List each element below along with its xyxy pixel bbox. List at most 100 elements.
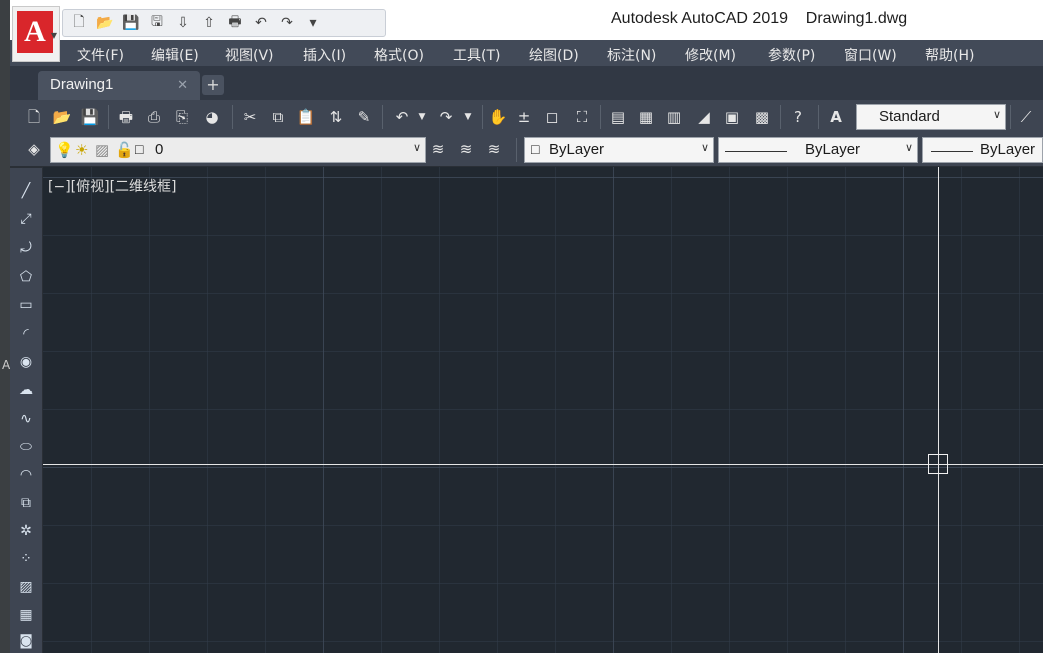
hatch-icon[interactable]: ▨ [14,576,38,598]
window-title: Autodesk AutoCAD 2019 Drawing1.dwg [611,10,907,28]
circle-icon[interactable]: ◉ [14,351,38,373]
text-style-dropdown[interactable]: Standard ∨ [856,104,1006,130]
sheet-set-icon[interactable]: ◢ [694,107,714,127]
ellipse-arc-icon[interactable]: ◠ [14,464,38,486]
color-dropdown[interactable]: □ ByLayer ∨ [524,137,714,163]
paste-icon[interactable]: 📋 [296,107,316,127]
save-as-icon[interactable]: 🖫 [147,14,167,32]
application-menu-button[interactable]: A ▼ [12,6,60,62]
menu-item-10[interactable]: 窗口(W) [844,45,897,65]
cut-icon[interactable]: ✂ [240,107,260,127]
markup-icon[interactable]: ▣ [722,107,742,127]
polygon-icon[interactable]: ⬠ [14,266,38,288]
redo-icon[interactable]: ↷ [436,107,456,127]
arc-icon[interactable]: ◜ [14,323,38,345]
quick-access-toolbar: 🗋 📂 💾 🖫 ⇩ ⇧ 🖶 ↶ ↷ ▾ [62,9,386,37]
open-icon[interactable]: 📂 [95,14,115,32]
zoom-window-icon[interactable]: ◻ [542,107,562,127]
redo-icon[interactable]: ↷ [277,14,297,32]
tab-drawing1[interactable]: Drawing1 ✕ [38,71,200,100]
zoom-previous-icon[interactable]: ⛶ [572,107,592,127]
match-properties-icon[interactable]: ⇅ [326,107,346,127]
menu-item-3[interactable]: 插入(I) [303,45,346,65]
toolbar-separator [780,105,781,129]
menu-item-9[interactable]: 参数(P) [768,45,815,65]
3d-dwf-icon[interactable]: ◕ [202,107,222,127]
desktop-edge: A [0,0,10,653]
pan-icon[interactable]: ✋ [488,107,508,127]
plot-icon[interactable]: 🖶 [225,14,245,32]
insert-block-icon[interactable]: ⧉ [14,492,38,514]
polyline-icon[interactable]: ⤾ [14,237,38,259]
crosshair-pickbox [928,454,948,474]
title-bar: A ▼ 🗋 📂 💾 🖫 ⇩ ⇧ 🖶 ↶ ↷ ▾ Autodesk AutoCAD 2019 Dra… [10,0,1043,62]
save-icon[interactable]: 💾 [80,107,100,127]
text-style-icon[interactable]: A [826,107,846,127]
drawing-area[interactable]: [−][俯视][二维线框] [43,167,1043,653]
standard-toolbar: 🗋 📂 💾 🖶 ⎙ ⎘ ◕ ✂ ⧉ 📋 ⇅ ✎ ↶ ▼ ↷ ▼ ✋ ± ◻ ⛶ … [10,100,1043,134]
chevron-down-icon[interactable]: ▼ [412,107,432,127]
new-tab-button[interactable]: + [202,75,224,95]
crosshair-horizontal [43,464,1043,465]
menu-item-5[interactable]: 工具(T) [453,45,500,65]
zoom-realtime-icon[interactable]: ± [514,107,534,127]
menu-item-11[interactable]: 帮助(H) [925,45,974,65]
region-icon[interactable]: ◙ [14,630,38,652]
menu-item-7[interactable]: 标注(N) [607,45,656,65]
close-icon[interactable]: ✕ [177,78,188,93]
layer-dropdown[interactable]: 💡 ☀ ▨ 🔓 □ 0 ∨ [50,137,426,163]
menu-item-1[interactable]: 编辑(E) [151,45,199,65]
copy-icon[interactable]: ⧉ [268,107,288,127]
design-center-icon[interactable]: ▦ [636,107,656,127]
construction-line-icon[interactable]: ⤢ [14,208,38,230]
revision-cloud-icon[interactable]: ☁ [14,379,38,401]
point-icon[interactable]: ⁘ [14,548,38,570]
publish-icon[interactable]: ⎘ [172,107,192,127]
open-from-web-icon[interactable]: ⇩ [173,14,193,32]
spline-icon[interactable]: ∿ [14,408,38,430]
toolbar-separator [382,105,383,129]
make-current-icon[interactable]: ≋ [428,139,448,159]
block-editor-icon[interactable]: ✎ [354,107,374,127]
line-icon[interactable]: ╱ [14,180,38,202]
plot-icon[interactable]: 🖶 [116,107,136,127]
chevron-down-icon: ∨ [412,142,421,154]
linetype-preview [725,151,787,152]
viewport-controls[interactable]: [−][俯视][二维线框] [48,176,177,196]
menu-item-8[interactable]: 修改(M) [685,45,736,65]
save-to-web-icon[interactable]: ⇧ [199,14,219,32]
open-icon[interactable]: 📂 [52,107,72,127]
menu-item-4[interactable]: 格式(O) [374,45,424,65]
toolbar-separator [600,105,601,129]
gradient-icon[interactable]: ▦ [14,604,38,626]
chevron-down-icon[interactable]: ▼ [458,107,478,127]
new-icon[interactable]: 🗋 [69,14,89,32]
dimension-style-icon[interactable]: ⟋ [1016,107,1036,127]
menu-item-2[interactable]: 视图(V) [225,45,274,65]
qnew-icon[interactable]: 🗋 [24,107,44,127]
lineweight-dropdown[interactable]: ByLayer [922,137,1043,163]
calculator-icon[interactable]: ▩ [752,107,772,127]
undo-icon[interactable]: ↶ [392,107,412,127]
linetype-value: ByLayer [805,141,861,158]
properties-icon[interactable]: ▤ [608,107,628,127]
plot-preview-icon[interactable]: ⎙ [144,107,164,127]
menu-item-6[interactable]: 绘图(D) [529,45,579,65]
customize-qat-icon[interactable]: ▾ [303,14,323,32]
file-tab-strip: Drawing1 ✕ + [10,66,1043,100]
make-block-icon[interactable]: ✲ [14,520,38,542]
ellipse-icon[interactable]: ⬭ [14,436,38,458]
viewport-freeze-icon: ▨ [95,142,110,159]
linetype-dropdown[interactable]: ByLayer ∨ [718,137,918,163]
text-style-value: Standard [879,108,940,125]
menu-item-0[interactable]: 文件(F) [77,45,124,65]
help-icon[interactable]: ? [788,107,808,127]
layer-previous-icon[interactable]: ≋ [484,139,504,159]
layer-match-icon[interactable]: ≋ [456,139,476,159]
tool-palettes-icon[interactable]: ▥ [664,107,684,127]
rectangle-icon[interactable]: ▭ [14,294,38,316]
save-icon[interactable]: 💾 [121,14,141,32]
layer-properties-icon[interactable]: ◈ [24,139,44,159]
sun-icon: ☀ [75,142,89,159]
undo-icon[interactable]: ↶ [251,14,271,32]
